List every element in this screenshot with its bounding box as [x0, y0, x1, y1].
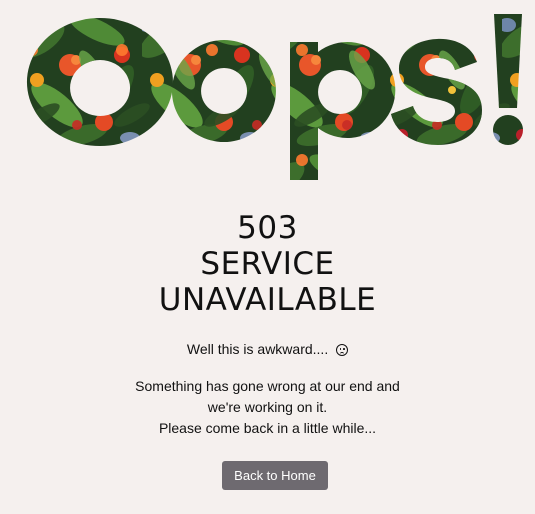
awkward-text: Well this is awkward....	[186, 341, 329, 357]
letter-exclamation	[493, 14, 523, 145]
status-title-line2: UNAVAILABLE	[158, 282, 377, 318]
message-line3: Please come back in a little while...	[158, 420, 377, 436]
frown-face-icon	[336, 344, 349, 356]
oops-veggie-text	[26, 14, 523, 180]
message-line1: Something has gone wrong at our end and	[135, 378, 400, 394]
letter-s	[391, 38, 482, 145]
letter-o-2	[171, 40, 276, 142]
letter-p	[290, 42, 396, 180]
letter-o-1	[26, 18, 173, 146]
oops-heading	[22, 10, 527, 185]
awkward-line: Well this is awkward....	[0, 340, 535, 358]
message-line2: we're working on it.	[207, 399, 328, 415]
status-title-line1: SERVICE	[200, 246, 335, 282]
error-status: 503 SERVICE UNAVAILABLE	[0, 210, 535, 318]
error-message: Something has gone wrong at our end and …	[0, 376, 535, 439]
back-to-home-button[interactable]: Back to Home	[222, 461, 328, 490]
status-code: 503	[237, 210, 298, 246]
error-page: 503 SERVICE UNAVAILABLE Well this is awk…	[0, 0, 535, 514]
